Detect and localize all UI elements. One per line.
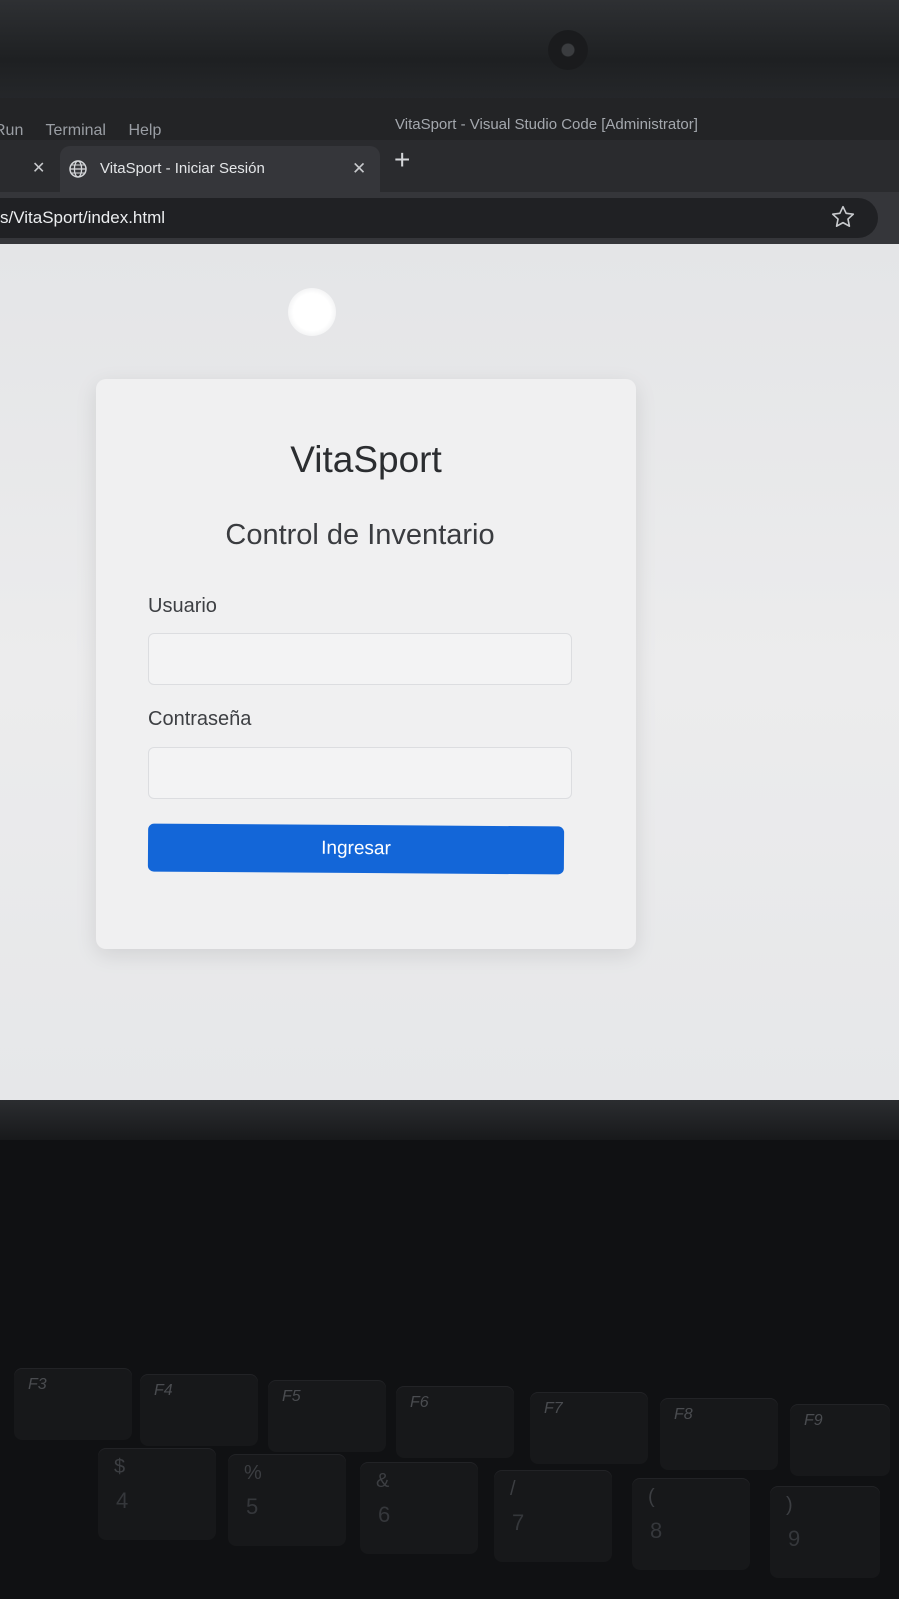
key-f8: F8 xyxy=(660,1398,778,1470)
tab-close-icon[interactable]: ✕ xyxy=(352,159,366,179)
key-8: ( 8 xyxy=(632,1478,750,1570)
username-label: Usuario xyxy=(148,595,217,617)
menu-item-terminal[interactable]: Terminal xyxy=(46,122,106,139)
address-bar[interactable]: s/VitaSport/index.html xyxy=(0,198,878,238)
laptop-bezel xyxy=(0,0,899,100)
menu-item-run[interactable]: Run xyxy=(0,122,23,139)
new-tab-button[interactable]: + xyxy=(394,144,410,176)
key-f7: F7 xyxy=(530,1392,648,1464)
key-f4: F4 xyxy=(140,1374,258,1446)
key-f9: F9 xyxy=(790,1404,890,1476)
vscode-menu: Run Terminal Help xyxy=(0,122,179,140)
key-f3: F3 xyxy=(14,1368,132,1440)
page-subtitle: Control de Inventario xyxy=(225,519,495,551)
tab-title: VitaSport - Iniciar Sesión xyxy=(100,160,265,177)
address-bar-row: s/VitaSport/index.html xyxy=(0,192,899,244)
keyboard: F3 F4 F5 F6 F7 F8 F9 $ 4 % 5 & 6 / 7 ( 8… xyxy=(0,1140,899,1599)
close-icon[interactable]: ✕ xyxy=(32,158,45,178)
laptop-hinge xyxy=(0,1100,899,1140)
vscode-window-title: VitaSport - Visual Studio Code [Administ… xyxy=(395,116,698,133)
vscode-title-bar: Run Terminal Help VitaSport - Visual Stu… xyxy=(0,98,899,140)
key-7: / 7 xyxy=(494,1470,612,1562)
key-f5: F5 xyxy=(268,1380,386,1452)
key-4: $ 4 xyxy=(98,1448,216,1540)
address-bar-url: s/VitaSport/index.html xyxy=(0,208,166,227)
browser-tab-active[interactable]: VitaSport - Iniciar Sesión ✕ xyxy=(60,146,380,192)
key-f6: F6 xyxy=(396,1386,514,1458)
page-viewport: VitaSport Control de Inventario Usuario … xyxy=(0,244,899,1100)
globe-icon xyxy=(69,160,87,178)
username-input[interactable] xyxy=(148,633,572,685)
key-5: % 5 xyxy=(228,1454,346,1546)
bookmark-star-icon[interactable] xyxy=(830,204,856,230)
password-input[interactable] xyxy=(148,747,572,799)
key-6: & 6 xyxy=(360,1462,478,1554)
key-9: ) 9 xyxy=(770,1486,880,1578)
light-glare xyxy=(288,288,336,336)
password-label: Contraseña xyxy=(148,708,252,730)
laptop-screen: Run Terminal Help VitaSport - Visual Stu… xyxy=(0,98,899,1100)
menu-item-help[interactable]: Help xyxy=(128,122,161,139)
brand-title: VitaSport xyxy=(290,439,442,480)
login-card: VitaSport Control de Inventario Usuario … xyxy=(96,379,636,949)
webcam xyxy=(548,30,588,70)
login-button[interactable]: Ingresar xyxy=(147,823,565,875)
browser-tab-strip: ✕ VitaSport - Iniciar Sesión ✕ + xyxy=(0,140,899,192)
